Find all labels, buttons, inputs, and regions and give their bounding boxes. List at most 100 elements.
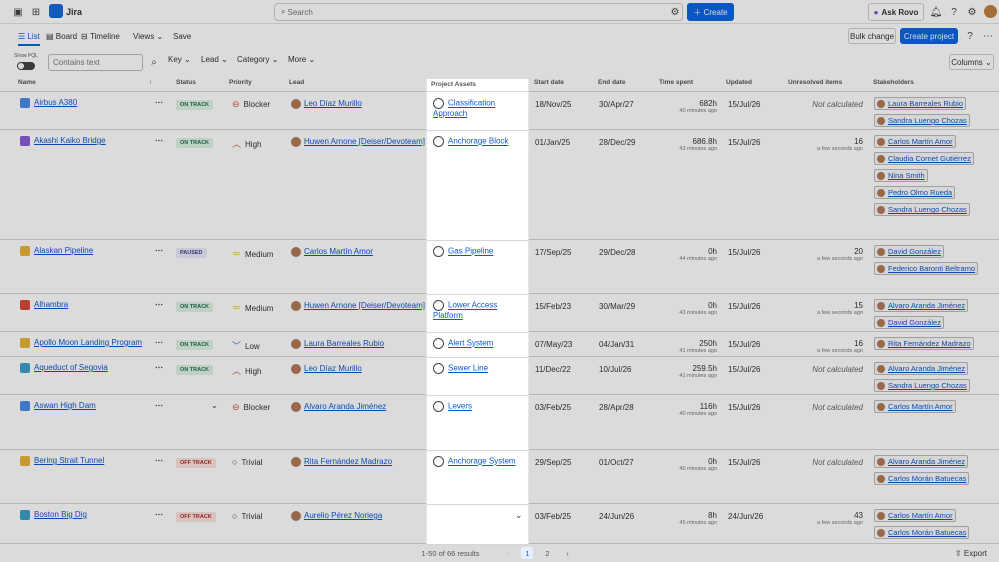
- project-name-cell[interactable]: Airbus A380: [20, 98, 77, 108]
- project-asset-link[interactable]: Levers: [448, 402, 472, 411]
- search-input[interactable]: ⌕ Search: [274, 3, 683, 21]
- project-asset-cell[interactable]: Gas Pipeline: [433, 246, 493, 257]
- views-dropdown[interactable]: Views ⌄: [133, 32, 163, 41]
- stakeholder-tag[interactable]: Federico Baronti Beltramo: [874, 262, 979, 276]
- end-date[interactable]: 28/Dec/29: [599, 138, 635, 147]
- end-date[interactable]: 04/Jan/31: [599, 340, 634, 349]
- lead-cell[interactable]: Alvaro Aranda Jiménez: [291, 402, 386, 412]
- row-actions-icon[interactable]: ⋯: [155, 363, 163, 372]
- project-asset-cell[interactable]: Anchorage Block: [433, 136, 508, 147]
- priority-cell[interactable]: ＝ Medium: [232, 247, 273, 260]
- project-name-cell[interactable]: Boston Big Dig: [20, 510, 87, 520]
- stakeholder-name-link[interactable]: Claudia Cornet Gutiérrez: [888, 154, 971, 163]
- project-asset-link[interactable]: Anchorage Block: [448, 137, 508, 146]
- lead-name-link[interactable]: Aurelio Pérez Noriega: [304, 511, 382, 520]
- page-1[interactable]: 1: [521, 547, 534, 559]
- lead-name-link[interactable]: Carlos Martín Amor: [304, 247, 373, 256]
- start-date[interactable]: 29/Sep/25: [535, 458, 571, 467]
- row-actions-icon[interactable]: ⋯: [155, 456, 163, 465]
- project-asset-link[interactable]: Sewer Line: [448, 364, 488, 373]
- stakeholder-tag[interactable]: Claudia Cornet Gutiérrez: [874, 152, 974, 166]
- priority-cell[interactable]: ⊖ Blocker: [232, 99, 270, 110]
- status-badge[interactable]: ON TRACK: [176, 138, 214, 148]
- stakeholder-name-link[interactable]: Federico Baronti Beltramo: [888, 264, 975, 273]
- row-actions-icon[interactable]: ⋯: [155, 246, 163, 255]
- project-name-cell[interactable]: Akashi Kaiko Bridge: [20, 136, 106, 146]
- project-name-cell[interactable]: Alhambra: [20, 300, 68, 310]
- lead-name-link[interactable]: Rita Fernández Madrazo: [304, 457, 392, 466]
- contains-text-input[interactable]: Contains text: [48, 54, 143, 71]
- stakeholder-name-link[interactable]: Sandra Luengo Chozas: [888, 116, 967, 125]
- priority-cell[interactable]: ○ Trivial: [232, 457, 262, 467]
- lead-cell[interactable]: Laura Barreales Rubio: [291, 339, 384, 349]
- project-name-link[interactable]: Aswan High Dam: [34, 401, 96, 410]
- column-header-project-assets[interactable]: Project Assets: [431, 81, 476, 88]
- settings-icon[interactable]: ⚙: [964, 4, 980, 20]
- project-asset-link[interactable]: Anchorage System: [448, 457, 516, 466]
- stakeholder-tag[interactable]: Carlos Morán Batuecas: [874, 472, 970, 486]
- project-name-link[interactable]: Airbus A380: [34, 98, 77, 107]
- project-asset-cell[interactable]: Sewer Line: [433, 363, 488, 374]
- priority-cell[interactable]: ⊖ Blocker: [232, 402, 270, 413]
- priority-cell[interactable]: ﹀ Low: [232, 339, 260, 352]
- columns-button[interactable]: Columns ⌄: [949, 54, 994, 70]
- stakeholder-name-link[interactable]: Carlos Martín Amor: [888, 137, 953, 146]
- row-actions-icon[interactable]: ⋯: [155, 338, 163, 347]
- more-options-icon[interactable]: ⋯: [980, 28, 996, 44]
- start-date[interactable]: 01/Jan/25: [535, 138, 570, 147]
- status-badge[interactable]: PAUSED: [176, 248, 207, 258]
- row-actions-icon[interactable]: ⋯: [155, 98, 163, 107]
- priority-cell[interactable]: ︿ High: [232, 137, 261, 150]
- start-date[interactable]: 18/Nov/25: [535, 100, 571, 109]
- priority-cell[interactable]: ＝ Medium: [232, 301, 273, 314]
- lead-cell[interactable]: Huwen Arnone [Deiser/Devoteam]: [291, 301, 425, 311]
- next-page-icon[interactable]: ›: [561, 547, 573, 559]
- lead-cell[interactable]: Huwen Arnone [Deiser/Devoteam]: [291, 137, 425, 147]
- start-date[interactable]: 07/May/23: [535, 340, 572, 349]
- status-badge[interactable]: OFF TRACK: [176, 512, 216, 522]
- stakeholder-name-link[interactable]: Laura Barreales Rubio: [888, 99, 963, 108]
- search-icon[interactable]: ⌕: [146, 54, 162, 70]
- stakeholder-tag[interactable]: Alvaro Aranda Jiménez: [874, 455, 969, 469]
- project-name-link[interactable]: Bering Strait Tunnel: [34, 456, 104, 465]
- start-date[interactable]: 03/Feb/25: [535, 512, 571, 521]
- status-badge[interactable]: ON TRACK: [176, 365, 214, 375]
- stakeholder-tag[interactable]: Rita Fernández Madrazo: [874, 337, 974, 351]
- stakeholder-name-link[interactable]: Carlos Martín Amor: [888, 402, 953, 411]
- save-button[interactable]: Save: [173, 32, 191, 41]
- stakeholder-tag[interactable]: Carlos Martín Amor: [874, 400, 956, 414]
- export-button[interactable]: ⇪ Export: [955, 549, 987, 558]
- tab-list[interactable]: ☰ List: [18, 32, 40, 46]
- end-date[interactable]: 01/Oct/27: [599, 458, 634, 467]
- notifications-icon[interactable]: 🔔︎: [928, 4, 944, 20]
- project-asset-cell[interactable]: Classification Approach: [433, 98, 528, 118]
- stakeholder-tag[interactable]: Carlos Martín Amor: [874, 135, 956, 149]
- stakeholder-name-link[interactable]: Sandra Luengo Chozas: [888, 381, 967, 390]
- stakeholder-name-link[interactable]: Sandra Luengo Chozas: [888, 205, 967, 214]
- show-pql-toggle[interactable]: [17, 62, 35, 70]
- start-date[interactable]: 17/Sep/25: [535, 248, 571, 257]
- stakeholder-tag[interactable]: Pedro Olmo Rueda: [874, 186, 956, 200]
- lead-cell[interactable]: Aurelio Pérez Noriega: [291, 511, 382, 521]
- lead-cell[interactable]: Rita Fernández Madrazo: [291, 457, 392, 467]
- stakeholder-name-link[interactable]: Nina Smith: [888, 171, 925, 180]
- app-switcher-icon[interactable]: ⊞: [28, 4, 44, 20]
- stakeholder-tag[interactable]: Alvaro Aranda Jiménez: [874, 299, 969, 313]
- stakeholder-tag[interactable]: Alvaro Aranda Jiménez: [874, 362, 969, 376]
- stakeholder-name-link[interactable]: Carlos Morán Batuecas: [888, 474, 966, 483]
- ask-rovo-button[interactable]: ● Ask Rovo: [868, 3, 924, 21]
- help-icon[interactable]: ?: [962, 28, 978, 44]
- project-asset-cell[interactable]: Levers: [433, 401, 472, 412]
- priority-cell[interactable]: ︿ High: [232, 364, 261, 377]
- lead-name-link[interactable]: Leo Díaz Murillo: [304, 364, 362, 373]
- lead-cell[interactable]: Carlos Martín Amor: [291, 247, 373, 257]
- priority-cell[interactable]: ○ Trivial: [232, 511, 262, 521]
- project-name-cell[interactable]: Aswan High Dam: [20, 401, 96, 411]
- avatar[interactable]: [984, 5, 997, 18]
- project-name-link[interactable]: Boston Big Dig: [34, 510, 87, 519]
- lead-name-link[interactable]: Alvaro Aranda Jiménez: [304, 402, 386, 411]
- end-date[interactable]: 30/Apr/27: [599, 100, 634, 109]
- end-date[interactable]: 24/Jun/26: [599, 512, 634, 521]
- key-filter[interactable]: Key ⌄: [168, 55, 191, 64]
- filter-icon[interactable]: ⚙: [667, 4, 683, 20]
